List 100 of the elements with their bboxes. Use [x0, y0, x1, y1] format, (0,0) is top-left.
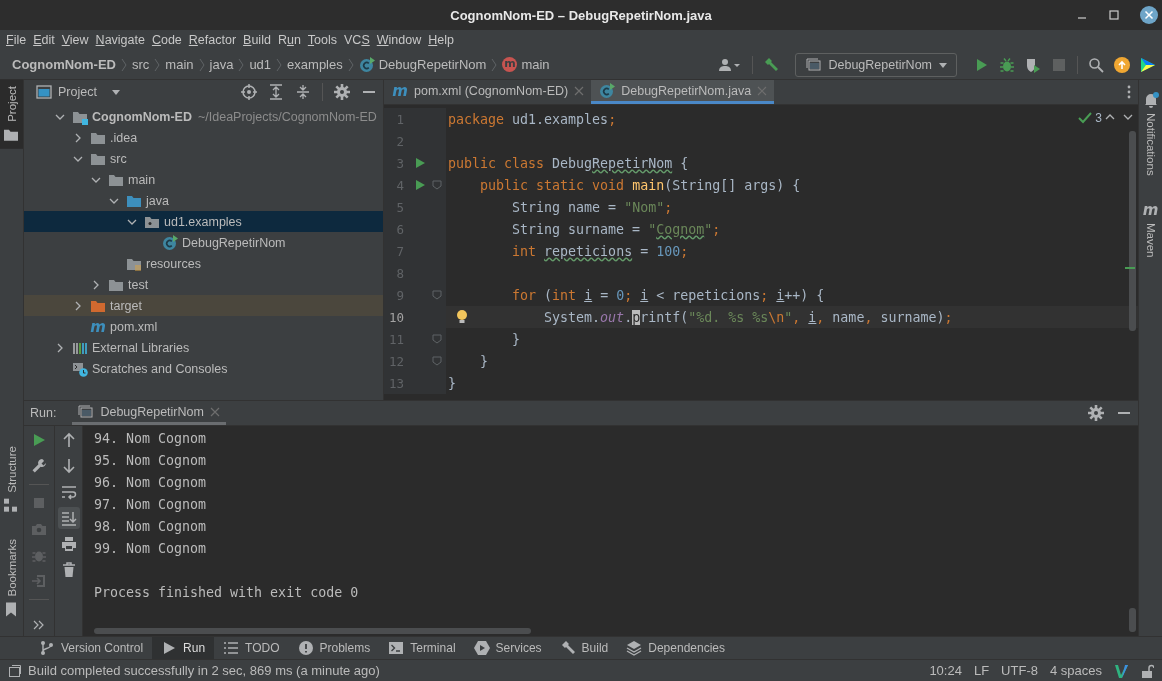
tree-item[interactable]: resources: [24, 253, 383, 274]
more-tools-icon[interactable]: [33, 620, 45, 630]
code-line: public static void main(String[] args) {: [479, 177, 801, 193]
tool-window-tab[interactable]: Notifications: [1139, 86, 1162, 182]
logo-icon[interactable]: [1140, 56, 1156, 73]
tree-item[interactable]: CognomNom-ED ~/IdeaProjects/CognomNom-ED: [24, 106, 383, 127]
services-icon: [473, 640, 490, 656]
scrollbar[interactable]: [1129, 131, 1136, 331]
menu-item[interactable]: Run: [277, 33, 301, 47]
tree-item[interactable]: DebugRepetirNom: [24, 232, 383, 253]
output-line: Process finished with exit code 0: [94, 584, 360, 602]
user-icon[interactable]: [718, 56, 743, 73]
coverage-icon[interactable]: [1025, 56, 1041, 73]
tool-window-button[interactable]: Terminal: [379, 637, 465, 659]
run-configuration-dropdown[interactable]: DebugRepetirNom: [795, 52, 957, 77]
tool-window-tab[interactable]: Project: [0, 80, 23, 149]
menu-item[interactable]: VCS: [344, 33, 370, 47]
camera-icon: [31, 521, 47, 537]
code-line: }: [511, 331, 521, 347]
tool-window-tab[interactable]: Bookmarks: [0, 533, 23, 624]
layers-icon: [626, 640, 643, 656]
lock-icon[interactable]: [1140, 663, 1154, 678]
update-icon[interactable]: [1114, 56, 1130, 73]
tree-item[interactable]: test: [24, 274, 383, 295]
hammer-icon[interactable]: [763, 56, 780, 73]
tree-item[interactable]: m pom.xml: [24, 316, 383, 337]
menu-item[interactable]: View: [61, 33, 89, 47]
tree-item[interactable]: src: [24, 148, 383, 169]
menu-item[interactable]: Tools: [307, 33, 337, 47]
breadcrumb[interactable]: src: [132, 57, 150, 72]
tool-window-tab[interactable]: m Maven: [1139, 195, 1162, 264]
crosshair-icon[interactable]: [241, 84, 257, 100]
status-item[interactable]: 4 spaces: [1049, 663, 1102, 678]
tool-window-tab[interactable]: Structure: [0, 439, 23, 520]
tree-item[interactable]: Scratches and Consoles: [24, 358, 383, 379]
panel-toggle-icon[interactable]: [8, 663, 22, 678]
tool-window-button[interactable]: TODO: [214, 637, 289, 659]
run-icon[interactable]: [414, 179, 426, 191]
code-line: System.out.printf("%d. %s %s\n", i, name, surname);: [543, 309, 953, 325]
breadcrumb[interactable]: main: [165, 57, 194, 72]
tool-window-button[interactable]: Problems: [288, 637, 380, 659]
panel-label: Run:: [30, 406, 57, 420]
output-line: 98. Nom Cognom: [94, 518, 208, 536]
panel-title-dropdown[interactable]: Project: [36, 84, 121, 100]
scrollbar[interactable]: [1129, 608, 1136, 632]
status-item[interactable]: LF: [973, 663, 990, 678]
run-icon[interactable]: [414, 157, 426, 169]
tool-window-button[interactable]: Version Control: [30, 637, 153, 659]
breadcrumb[interactable]: ud1: [249, 57, 272, 72]
tool-window-button[interactable]: Dependencies: [617, 637, 734, 659]
tree-item[interactable]: External Libraries: [24, 337, 383, 358]
tree-item[interactable]: java: [24, 190, 383, 211]
breadcrumb[interactable]: examples: [287, 57, 343, 72]
tree-item[interactable]: target: [24, 295, 383, 316]
bug-icon[interactable]: [999, 56, 1015, 73]
menu-item[interactable]: Help: [428, 33, 454, 47]
tree-item[interactable]: main: [24, 169, 383, 190]
expand-all-icon[interactable]: [268, 84, 284, 100]
menu-item[interactable]: Edit: [33, 33, 55, 47]
scrollbar[interactable]: [94, 628, 531, 634]
maven-icon: m: [392, 82, 408, 99]
collapse-all-icon[interactable]: [295, 84, 311, 100]
tool-window-button[interactable]: Run: [152, 637, 215, 659]
tree-item[interactable]: .idea: [24, 127, 383, 148]
lightbulb-icon[interactable]: [456, 310, 468, 324]
status-item[interactable]: UTF-8: [1001, 663, 1038, 678]
menu-item[interactable]: Navigate: [95, 33, 145, 47]
menu-item[interactable]: File: [6, 33, 27, 47]
close-icon[interactable]: [1140, 6, 1158, 24]
breadcrumb[interactable]: m main: [502, 57, 550, 72]
scroll-to-end-button[interactable]: [57, 507, 80, 529]
breadcrumb[interactable]: java: [209, 57, 234, 72]
tree-item[interactable]: ud1.examples: [24, 211, 383, 232]
editor-tab[interactable]: DebugRepetirNom.java: [591, 80, 775, 104]
menu-item[interactable]: Window: [376, 33, 422, 47]
code-line: }: [479, 353, 489, 369]
tool-window-button[interactable]: Services: [464, 637, 551, 659]
logo-icon[interactable]: [1114, 663, 1128, 678]
code-line: }: [447, 375, 456, 391]
breadcrumb[interactable]: CognomNom-ED: [12, 57, 116, 72]
more-icon[interactable]: [1126, 84, 1132, 100]
settings-icon[interactable]: [1088, 405, 1104, 421]
inspections-widget[interactable]: 3: [1078, 111, 1102, 125]
maximize-icon[interactable]: [1108, 9, 1120, 21]
settings-icon[interactable]: [334, 84, 350, 100]
menu-item[interactable]: Code: [151, 33, 182, 47]
output-line: 99. Nom Cognom: [94, 540, 208, 558]
breadcrumb[interactable]: DebugRepetirNom: [358, 56, 487, 73]
menu-item[interactable]: Refactor: [188, 33, 237, 47]
panel-icon: [36, 84, 52, 100]
status-item[interactable]: 10:24: [929, 663, 962, 678]
editor-tab[interactable]: m pom.xml (CognomNom-ED): [384, 80, 592, 104]
output-line: 95. Nom Cognom: [94, 452, 208, 470]
output-line: 94. Nom Cognom: [94, 430, 208, 448]
search-icon[interactable]: [1088, 56, 1104, 73]
chevron-icon: [275, 56, 284, 73]
class-icon: [162, 234, 178, 251]
chevron-icon: [490, 56, 499, 73]
menu-item[interactable]: Build: [243, 33, 271, 47]
tool-window-button[interactable]: Build: [550, 637, 618, 659]
